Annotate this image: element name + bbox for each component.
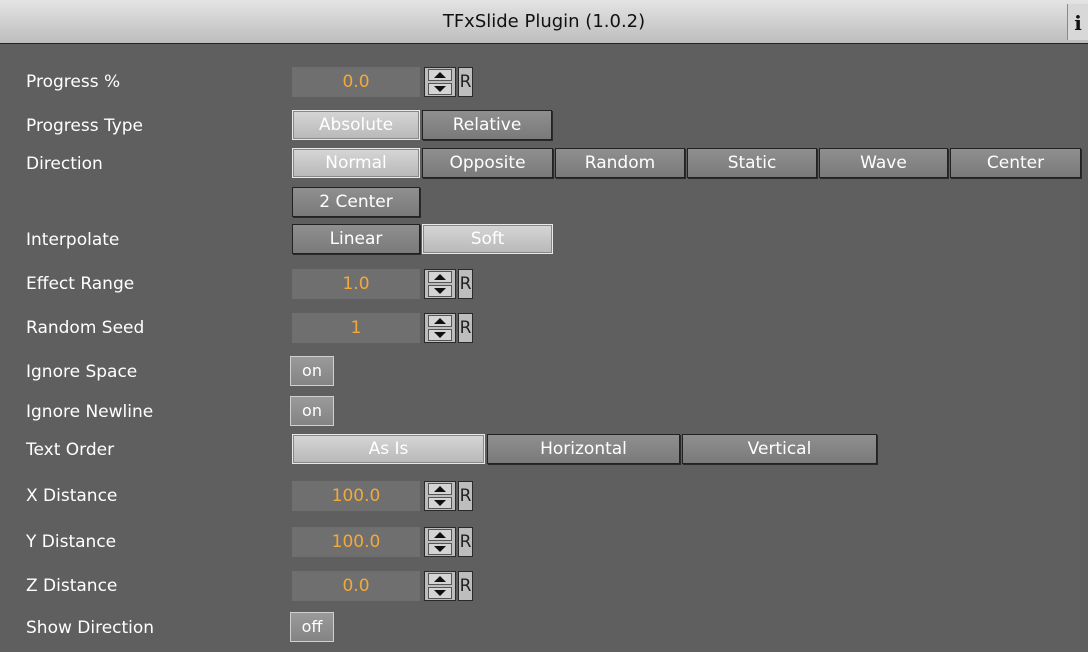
interpolate-soft-button[interactable]: Soft bbox=[422, 224, 553, 254]
row-x-distance: X Distance 100.0 R bbox=[0, 480, 1088, 512]
ignore-space-toggle[interactable]: on bbox=[290, 356, 334, 386]
x-distance-label: X Distance bbox=[26, 486, 118, 506]
row-y-distance: Y Distance 100.0 R bbox=[0, 526, 1088, 558]
increment-arrow-icon[interactable] bbox=[428, 315, 452, 327]
progress-type-absolute-button[interactable]: Absolute bbox=[292, 110, 420, 140]
y-distance-input[interactable]: 100.0 bbox=[292, 527, 420, 557]
row-effect-range: Effect Range 1.0 R bbox=[0, 268, 1088, 300]
increment-arrow-icon[interactable] bbox=[428, 271, 452, 283]
x-distance-reset-button[interactable]: R bbox=[458, 481, 473, 511]
random-seed-stepper[interactable] bbox=[424, 313, 456, 343]
text-order-horizontal-button[interactable]: Horizontal bbox=[487, 434, 680, 464]
y-distance-stepper[interactable] bbox=[424, 527, 456, 557]
effect-range-stepper[interactable] bbox=[424, 269, 456, 299]
ignore-newline-toggle[interactable]: on bbox=[290, 396, 334, 426]
info-icon[interactable]: i bbox=[1067, 4, 1088, 40]
progress-stepper[interactable] bbox=[424, 67, 456, 97]
random-seed-label: Random Seed bbox=[26, 318, 145, 338]
ignore-space-label: Ignore Space bbox=[26, 362, 138, 382]
increment-arrow-icon[interactable] bbox=[428, 69, 452, 81]
z-distance-reset-button[interactable]: R bbox=[458, 571, 473, 601]
text-order-as-is-button[interactable]: As Is bbox=[292, 434, 485, 464]
progress-input[interactable]: 0.0 bbox=[292, 67, 420, 97]
row-direction: Direction Normal Opposite Random Static … bbox=[0, 148, 1088, 220]
z-distance-input[interactable]: 0.0 bbox=[292, 571, 420, 601]
row-ignore-newline: Ignore Newline on bbox=[0, 396, 1088, 428]
increment-arrow-icon[interactable] bbox=[428, 483, 452, 495]
increment-arrow-icon[interactable] bbox=[428, 573, 452, 585]
progress-label: Progress % bbox=[26, 72, 121, 92]
window-title: TFxSlide Plugin (1.0.2) bbox=[442, 11, 646, 32]
row-text-order: Text Order As Is Horizontal Vertical bbox=[0, 434, 1088, 466]
effect-range-input[interactable]: 1.0 bbox=[292, 269, 420, 299]
row-interpolate: Interpolate Linear Soft bbox=[0, 224, 1088, 256]
z-distance-stepper[interactable] bbox=[424, 571, 456, 601]
direction-2center-button[interactable]: 2 Center bbox=[292, 187, 420, 217]
title-bar: TFxSlide Plugin (1.0.2) i bbox=[0, 0, 1088, 44]
interpolate-label: Interpolate bbox=[26, 230, 120, 250]
show-direction-toggle[interactable]: off bbox=[290, 612, 334, 642]
increment-arrow-icon[interactable] bbox=[428, 529, 452, 541]
row-progress-type: Progress Type Absolute Relative bbox=[0, 110, 1088, 142]
row-random-seed: Random Seed 1 R bbox=[0, 312, 1088, 344]
effect-range-label: Effect Range bbox=[26, 274, 135, 294]
direction-static-button[interactable]: Static bbox=[687, 148, 817, 178]
decrement-arrow-icon[interactable] bbox=[428, 83, 452, 95]
direction-center-button[interactable]: Center bbox=[950, 148, 1081, 178]
progress-type-label: Progress Type bbox=[26, 116, 143, 136]
x-distance-input[interactable]: 100.0 bbox=[292, 481, 420, 511]
decrement-arrow-icon[interactable] bbox=[428, 497, 452, 509]
progress-type-relative-button[interactable]: Relative bbox=[422, 110, 552, 140]
y-distance-reset-button[interactable]: R bbox=[458, 527, 473, 557]
direction-random-button[interactable]: Random bbox=[555, 148, 685, 178]
random-seed-input[interactable]: 1 bbox=[292, 313, 420, 343]
decrement-arrow-icon[interactable] bbox=[428, 587, 452, 599]
y-distance-label: Y Distance bbox=[26, 532, 117, 552]
direction-normal-button[interactable]: Normal bbox=[292, 148, 420, 178]
progress-reset-button[interactable]: R bbox=[458, 67, 473, 97]
decrement-arrow-icon[interactable] bbox=[428, 329, 452, 341]
direction-wave-button[interactable]: Wave bbox=[819, 148, 948, 178]
interpolate-linear-button[interactable]: Linear bbox=[292, 224, 420, 254]
ignore-newline-label: Ignore Newline bbox=[26, 402, 154, 422]
direction-opposite-button[interactable]: Opposite bbox=[422, 148, 553, 178]
x-distance-stepper[interactable] bbox=[424, 481, 456, 511]
random-seed-reset-button[interactable]: R bbox=[458, 313, 473, 343]
decrement-arrow-icon[interactable] bbox=[428, 285, 452, 297]
text-order-label: Text Order bbox=[26, 440, 115, 460]
row-z-distance: Z Distance 0.0 R bbox=[0, 570, 1088, 602]
effect-range-reset-button[interactable]: R bbox=[458, 269, 473, 299]
z-distance-label: Z Distance bbox=[26, 576, 118, 596]
show-direction-label: Show Direction bbox=[26, 618, 155, 638]
direction-label: Direction bbox=[26, 154, 103, 174]
row-show-direction: Show Direction off bbox=[0, 612, 1088, 644]
text-order-vertical-button[interactable]: Vertical bbox=[682, 434, 877, 464]
row-ignore-space: Ignore Space on bbox=[0, 356, 1088, 388]
decrement-arrow-icon[interactable] bbox=[428, 543, 452, 555]
row-progress: Progress % 0.0 R bbox=[0, 66, 1088, 98]
